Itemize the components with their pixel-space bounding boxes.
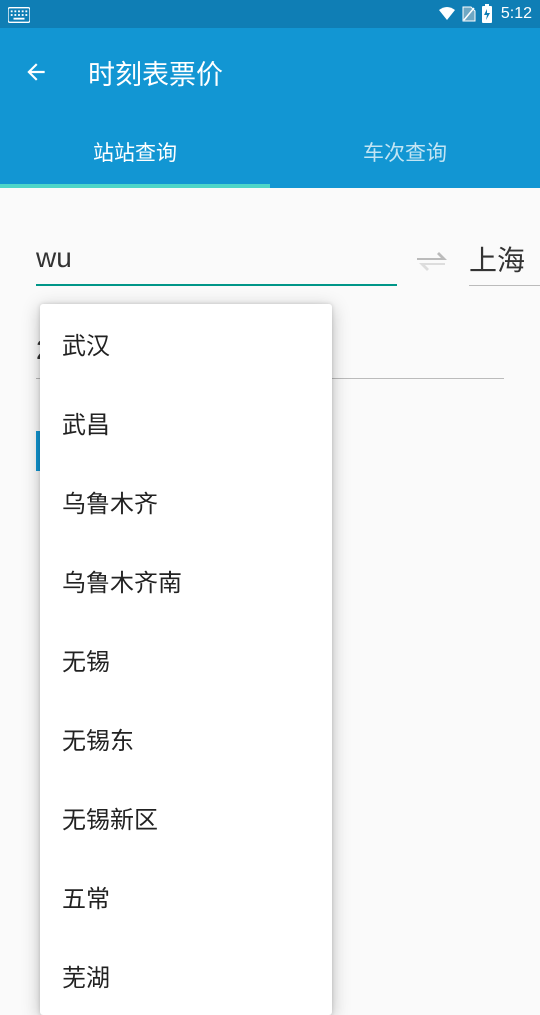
- keyboard-icon: [8, 7, 30, 21]
- status-time: 5:12: [501, 5, 532, 23]
- suggestion-item[interactable]: 乌鲁木齐: [40, 462, 332, 541]
- station-row: [36, 234, 504, 286]
- station-suggestions-dropdown: 武汉 武昌 乌鲁木齐 乌鲁木齐南 无锡 无锡东 无锡新区 五常 芜湖: [40, 304, 332, 1015]
- status-right: 5:12: [437, 4, 532, 24]
- status-bar: 5:12: [0, 0, 540, 28]
- wifi-icon: [437, 6, 457, 22]
- suggestion-item[interactable]: 无锡新区: [40, 778, 332, 857]
- to-station-input[interactable]: [469, 235, 540, 286]
- suggestion-item[interactable]: 五常: [40, 857, 332, 936]
- suggestion-item[interactable]: 武汉: [40, 304, 332, 383]
- tabs: 站站查询 车次查询: [0, 116, 540, 188]
- sim-icon: [461, 5, 477, 23]
- back-button[interactable]: [20, 56, 52, 88]
- from-station-input[interactable]: [36, 234, 397, 286]
- swap-arrows-icon: [415, 250, 451, 272]
- swap-stations-button[interactable]: [415, 250, 451, 286]
- tab-train-query[interactable]: 车次查询: [270, 116, 540, 188]
- suggestion-item[interactable]: 无锡东: [40, 699, 332, 778]
- app-bar: 时刻表票价: [0, 28, 540, 116]
- arrow-back-icon: [23, 59, 49, 85]
- suggestion-item[interactable]: 乌鲁木齐南: [40, 541, 332, 620]
- battery-charging-icon: [481, 4, 493, 24]
- tab-station-query[interactable]: 站站查询: [0, 116, 270, 188]
- page-title: 时刻表票价: [88, 53, 223, 92]
- status-left: [8, 7, 30, 21]
- suggestion-item[interactable]: 无锡: [40, 620, 332, 699]
- suggestion-item[interactable]: 芜湖: [40, 936, 332, 1015]
- suggestion-item[interactable]: 武昌: [40, 383, 332, 462]
